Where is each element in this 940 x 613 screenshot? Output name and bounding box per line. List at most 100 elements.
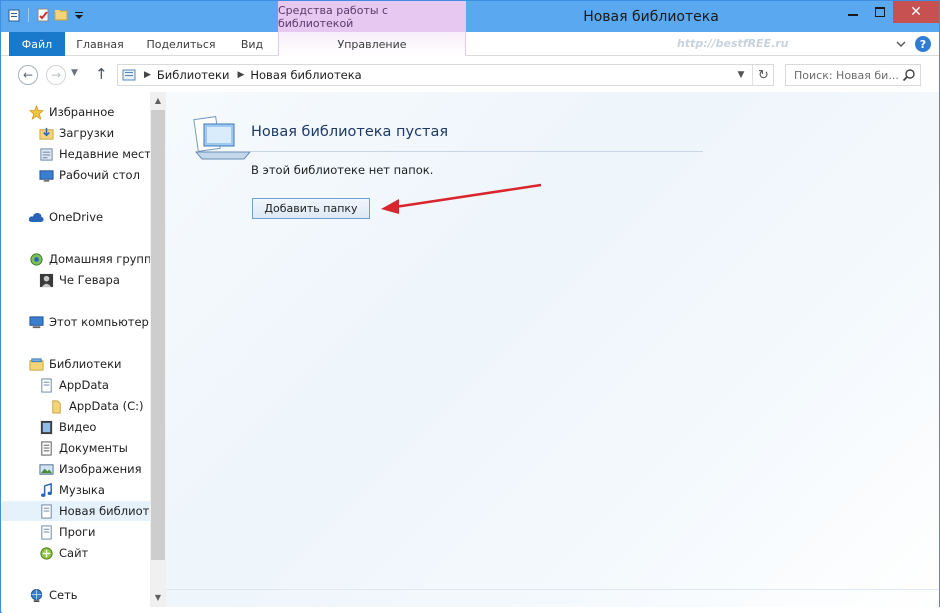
nav-item-user[interactable]: Че Гевара (2, 270, 150, 290)
nav-item-music[interactable]: Музыка (2, 480, 150, 500)
nav-item-new-library[interactable]: Новая библиотека (2, 501, 150, 521)
new-folder-icon[interactable] (54, 8, 68, 22)
window-title: Новая библиотека (583, 8, 719, 25)
nav-item-libraries[interactable]: Библиотеки (2, 354, 150, 374)
nav-item-onedrive[interactable]: OneDrive (2, 207, 150, 227)
explorer-window: Средства работы с библиотекой Новая библ… (0, 0, 940, 613)
folder-icon (48, 398, 64, 414)
documents-icon (38, 440, 54, 456)
tab-file[interactable]: Файл (9, 32, 65, 56)
nav-item-label: Загрузки (59, 126, 115, 140)
navigation-bar: ← → ▼ ↑ ▶ Библиотеки ▶ Новая библиотека … (1, 56, 939, 92)
nav-item-label: Рабочий стол (59, 168, 140, 182)
ribbon-tab-bar: Файл Главная Поделиться Вид Управление h… (1, 32, 939, 56)
tab-manage[interactable]: Управление (278, 32, 466, 56)
watermark: http://bestfREE.ru (677, 37, 789, 50)
homegroup-icon (28, 251, 44, 267)
address-bar[interactable]: ▶ Библиотеки ▶ Новая библиотека ▼ ↻ (117, 64, 774, 86)
nav-item-videos[interactable]: Видео (2, 417, 150, 437)
computer-icon (28, 314, 44, 330)
nav-item-label: Видео (59, 420, 97, 434)
chevron-down-icon[interactable] (72, 8, 86, 22)
nav-item-label: Этот компьютер (49, 315, 149, 329)
nav-item-label: Недавние места (59, 147, 150, 161)
nav-item-network[interactable]: Сеть (2, 585, 150, 605)
nav-item-homegroup[interactable]: Домашняя группа (2, 249, 150, 269)
nav-item-documents[interactable]: Документы (2, 438, 150, 458)
library-icon (38, 524, 54, 540)
tab-home[interactable]: Главная (65, 32, 135, 56)
nav-item-label: Музыка (59, 483, 105, 497)
empty-library-description: В этой библиотеке нет папок. (251, 163, 434, 177)
breadcrumb-item-new-library[interactable]: Новая библиотека (250, 68, 361, 82)
library-icon (38, 503, 54, 519)
scroll-up-icon[interactable]: ▲ (150, 92, 166, 108)
nav-item-appdata[interactable]: AppData (2, 375, 150, 395)
nav-item-label: Сеть (49, 588, 78, 602)
star-icon (28, 104, 44, 120)
navigation-pane: Избранное Загрузки Недавние места Рабочи… (2, 92, 150, 607)
qat-separator (28, 8, 29, 22)
nav-item-label: Избранное (49, 105, 115, 119)
back-button[interactable]: ← (18, 65, 38, 85)
network-icon (28, 587, 44, 603)
address-dropdown-icon[interactable]: ▼ (732, 65, 750, 85)
nav-item-label: Новая библиотека (59, 504, 150, 518)
scroll-down-icon[interactable]: ▼ (150, 589, 166, 605)
user-icon (38, 272, 54, 288)
quick-access-toolbar (7, 8, 86, 22)
breadcrumb-chevron-icon[interactable]: ▶ (237, 70, 244, 80)
breadcrumb-item-libraries[interactable]: Библиотеки (157, 68, 230, 82)
add-folder-button[interactable]: Добавить папку (252, 198, 370, 219)
nav-item-label: Документы (59, 441, 128, 455)
breadcrumb: ▶ Библиотеки ▶ Новая библиотека (136, 68, 362, 82)
recent-places-icon (38, 146, 54, 162)
properties-icon[interactable] (7, 8, 21, 22)
maximize-icon (875, 7, 885, 17)
cloud-icon (28, 209, 44, 225)
desktop-icon (38, 167, 54, 183)
nav-item-label: Библиотеки (49, 357, 122, 371)
music-icon (38, 482, 54, 498)
nav-item-appdata-c[interactable]: AppData (C:) (2, 396, 150, 416)
properties-check-icon[interactable] (36, 8, 50, 22)
nav-item-this-pc[interactable]: Этот компьютер (2, 312, 150, 332)
forward-button[interactable]: → (46, 65, 66, 85)
nav-item-label: AppData (C:) (69, 399, 144, 413)
maximize-button[interactable] (867, 1, 893, 23)
search-box[interactable] (785, 64, 921, 86)
nav-item-label: Че Гевара (59, 273, 120, 287)
arrow-right-icon: → (50, 68, 62, 82)
content-area: Новая библиотека пустая В этой библиотек… (166, 92, 939, 607)
nav-item-label: Изображения (59, 462, 142, 476)
nav-item-recent-places[interactable]: Недавние места (2, 144, 150, 164)
contextual-tab-group-header: Средства работы с библиотекой (278, 1, 466, 32)
title-bar: Средства работы с библиотекой Новая библ… (1, 1, 939, 32)
expand-ribbon-icon[interactable] (894, 37, 908, 51)
breadcrumb-chevron-icon[interactable]: ▶ (144, 70, 151, 80)
recent-locations-chevron-icon[interactable]: ▼ (71, 68, 78, 78)
library-icon (122, 69, 136, 81)
scrollbar-thumb[interactable] (151, 110, 165, 560)
nav-item-progi[interactable]: Проги (2, 522, 150, 542)
site-icon (38, 545, 54, 561)
minimize-button[interactable] (839, 1, 867, 23)
refresh-icon: ↻ (758, 67, 769, 83)
tab-share[interactable]: Поделиться (135, 32, 227, 56)
nav-item-pictures[interactable]: Изображения (2, 459, 150, 479)
tab-view[interactable]: Вид (227, 32, 277, 56)
up-button[interactable]: ↑ (95, 65, 108, 83)
search-icon[interactable] (902, 68, 916, 82)
nav-item-downloads[interactable]: Загрузки (2, 123, 150, 143)
nav-item-favorites[interactable]: Избранное (2, 102, 150, 122)
navigation-pane-scrollbar[interactable]: ▲ ▼ (150, 92, 166, 607)
content-bottom-divider (166, 589, 939, 590)
nav-item-site[interactable]: Сайт (2, 543, 150, 563)
nav-item-desktop[interactable]: Рабочий стол (2, 165, 150, 185)
downloads-icon (38, 125, 54, 141)
search-input[interactable] (786, 65, 898, 85)
help-icon[interactable]: ? (915, 36, 931, 52)
status-bar (2, 607, 940, 613)
refresh-button[interactable]: ↻ (752, 65, 774, 85)
close-button[interactable]: ✕ (893, 1, 939, 23)
